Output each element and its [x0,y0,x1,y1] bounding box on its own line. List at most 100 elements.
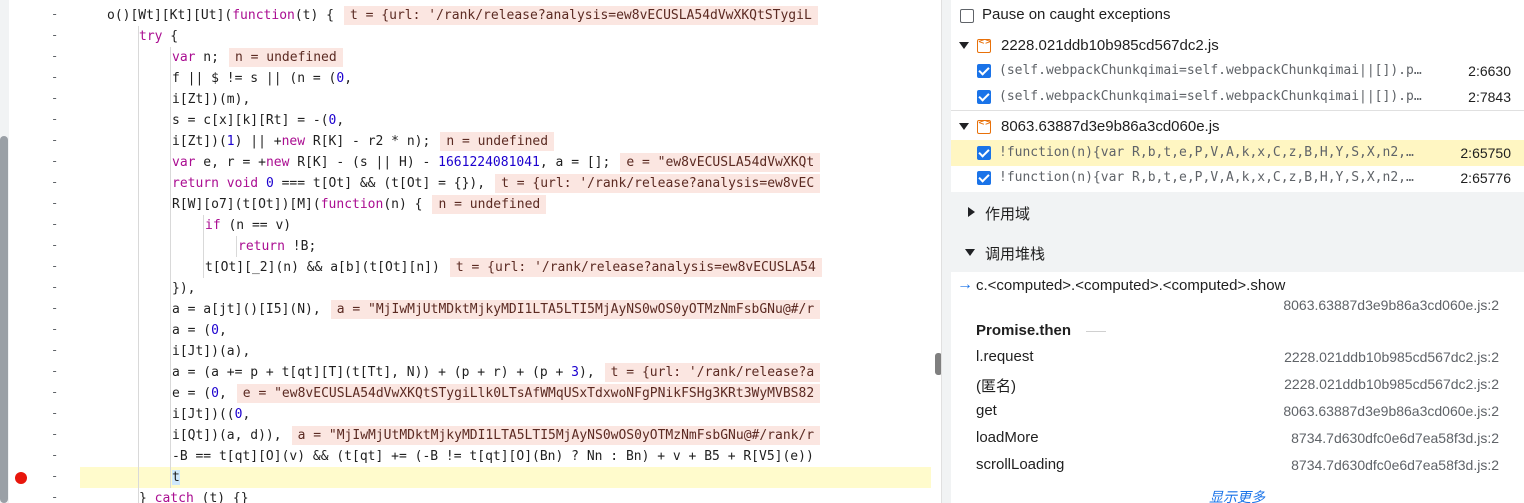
code-editor[interactable]: - - - - - - - - - - - - - - - - - - - - - - - - o()[Wt][Kt][Ut]… [0,0,941,503]
breakpoint-checkbox[interactable] [977,171,991,185]
scope-label: 作用域 [985,206,1031,223]
code-lines[interactable]: o()[Wt][Kt][Ut](function(t) {t = {url: '… [80,0,931,503]
scope-section-header[interactable]: 作用域 [951,192,1524,232]
code-line[interactable]: a = a[jt]()[I5](N), a = "MjIwMjUtMDktMjky… [80,299,931,320]
breakpoint-marker-icon[interactable] [15,472,27,484]
collapse-arrow-icon[interactable] [968,207,975,217]
gutter-line[interactable]: - [9,131,80,152]
gutter-line[interactable]: - [9,383,80,404]
code-line[interactable]: } catch (t) {} [80,488,931,503]
show-more-link[interactable]: 显示更多 [1209,487,1265,503]
gutter-line[interactable]: - [9,173,80,194]
gutter-line[interactable]: - [9,68,80,89]
left-scrollbar-track[interactable] [0,0,9,503]
breakpoint-item[interactable]: (self.webpackChunkqimai=self.webpackChun… [951,58,1524,84]
gutter-marker: - [51,280,59,294]
gutter-line[interactable]: - [9,404,80,425]
gutter-line[interactable]: - [9,236,80,257]
gutter-line[interactable]: - [9,362,80,383]
editor-scrollbar[interactable] [931,0,941,503]
gutter-line[interactable]: - [9,257,80,278]
code-line[interactable]: f || $ != s || (n = (0, [80,68,931,89]
inline-value-badge: a = "MjIwMjUtMDktMjkyMDI1LTA5LTI5MjAyNS0… [291,426,821,445]
indent-guide [170,110,171,131]
gutter-marker: - [51,112,59,126]
code-line[interactable]: e = (0, e = "ew8vECUSLA54dVwXKQtSTygiLlk0… [80,383,931,404]
gutter-marker: - [51,28,59,42]
gutter-line[interactable]: - [9,26,80,47]
code-text: var n; n = undefined [172,47,343,68]
callstack-frame[interactable]: (匿名) 2228.021ddb10b985cd567dc2.js:2 [951,372,1524,399]
breakpoint-item-active[interactable]: !function(n){var R,b,t,e,P,V,A,k,x,C,z,B… [951,140,1524,166]
gutter-line[interactable]: - [9,194,80,215]
code-text: t[Ot][_2](n) && a[b](t[Ot][n]) t = {url: … [205,257,822,278]
code-line[interactable]: t[Ot][_2](n) && a[b](t[Ot][n]) t = {url: … [80,257,931,278]
breakpoint-item[interactable]: (self.webpackChunkqimai=self.webpackChun… [951,84,1524,110]
code-line[interactable]: i[Jt])(a), [80,341,931,362]
code-line[interactable]: a = (a += p + t[qt][T](t[Tt], N)) + (p +… [80,362,931,383]
gutter-marker: - [51,175,59,189]
code-line[interactable]: i[Qt])(a, d)), a = "MjIwMjUtMDktMjkyMDI1L… [80,425,931,446]
callstack-frame[interactable]: scrollLoading 8734.7d630dfc0e6d7ea58f3d.… [951,453,1524,480]
gutter-line[interactable]: - [9,425,80,446]
code-line[interactable]: a = (0, [80,320,931,341]
callstack-frame[interactable]: get 8063.63887d3e9b86a3cd060e.js:2 [951,399,1524,426]
expand-arrow-icon[interactable] [959,123,969,130]
code-line[interactable]: return !B; [80,236,931,257]
left-scrollbar-thumb[interactable] [0,136,8,503]
gutter-line[interactable]: - [9,89,80,110]
frame-name: (匿名) [976,378,1016,395]
gutter-line[interactable]: - [9,278,80,299]
pause-caught-row[interactable]: Pause on caught exceptions [951,2,1524,28]
callstack-frame-current[interactable]: → c.<computed>.<computed>.<computed>.sho… [951,273,1524,321]
script-file-icon [977,118,991,134]
breakpoint-checkbox[interactable] [977,146,991,160]
expand-arrow-icon[interactable] [959,42,969,49]
indent-guide [170,236,171,257]
breakpoint-checkbox[interactable] [977,90,991,104]
pane-splitter[interactable] [941,0,951,503]
code-line[interactable]: var e, r = +new R[K] - (s || H) - 166122… [80,152,931,173]
gutter-line[interactable]: - [9,110,80,131]
code-line[interactable]: try { [80,26,931,47]
breakpoint-item[interactable]: !function(n){var R,b,t,e,P,V,A,k,x,C,z,B… [951,165,1524,191]
code-line-current[interactable]: t [80,467,931,488]
pause-caught-checkbox[interactable] [960,9,974,23]
code-line[interactable]: i[Zt])(1) || +new R[K] - r2 * n); n = und… [80,131,931,152]
inline-value-badge: t = {url: '/rank/release?analysis=ew8vEC… [449,258,822,277]
callstack-frame[interactable]: l.request 2228.021ddb10b985cd567dc2.js:2 [951,345,1524,372]
callstack-frame[interactable]: loadMore 8734.7d630dfc0e6d7ea58f3d.js:2 [951,426,1524,453]
code-text: if (n == v) [205,218,292,233]
gutter-marker: - [51,301,59,315]
code-line[interactable]: i[Jt])((0, [80,404,931,425]
breakpoint-file-1[interactable]: 2228.021ddb10b985cd567dc2.js [951,33,1524,59]
code-line[interactable]: var n; n = undefined [80,47,931,68]
code-line[interactable]: s = c[x][k][Rt] = -(0, [80,110,931,131]
code-line[interactable]: return void 0 === t[Ot] && (t[Ot] = {}),… [80,173,931,194]
gutter-line[interactable]: - [9,215,80,236]
gutter-line[interactable]: - [9,446,80,467]
code-line[interactable]: R[W][o7](t[Ot])[M](function(n) {n = unde… [80,194,931,215]
gutter-line[interactable]: - [9,341,80,362]
pause-caught-label: Pause on caught exceptions [982,6,1171,23]
gutter-line[interactable]: - [9,47,80,68]
gutter-line[interactable]: - [9,152,80,173]
expand-arrow-icon[interactable] [965,249,975,256]
gutter-line[interactable]: - [9,467,80,488]
code-line[interactable]: if (n == v) [80,215,931,236]
frame-location: 8063.63887d3e9b86a3cd060e.js:2 [1283,403,1499,419]
code-line[interactable]: i[Zt])(m), [80,89,931,110]
breakpoint-file-2[interactable]: 8063.63887d3e9b86a3cd060e.js [951,114,1524,140]
indent-guide [138,194,139,215]
gutter-line[interactable]: - [9,5,80,26]
code-line[interactable]: o()[Wt][Kt][Ut](function(t) {t = {url: '… [80,5,931,26]
code-line[interactable]: }), [80,278,931,299]
gutter-line[interactable]: - [9,320,80,341]
gutter-line[interactable]: - [9,488,80,503]
breakpoint-location: 2:6630 [1468,63,1511,79]
line-gutter[interactable]: - - - - - - - - - - - - - - - - - - - - - - - - [9,0,80,503]
callstack-section-header[interactable]: 调用堆栈 [951,232,1524,272]
gutter-line[interactable]: - [9,299,80,320]
code-line[interactable]: -B == t[qt][O](v) && (t[qt] += (-B != t[… [80,446,931,467]
breakpoint-checkbox[interactable] [977,64,991,78]
